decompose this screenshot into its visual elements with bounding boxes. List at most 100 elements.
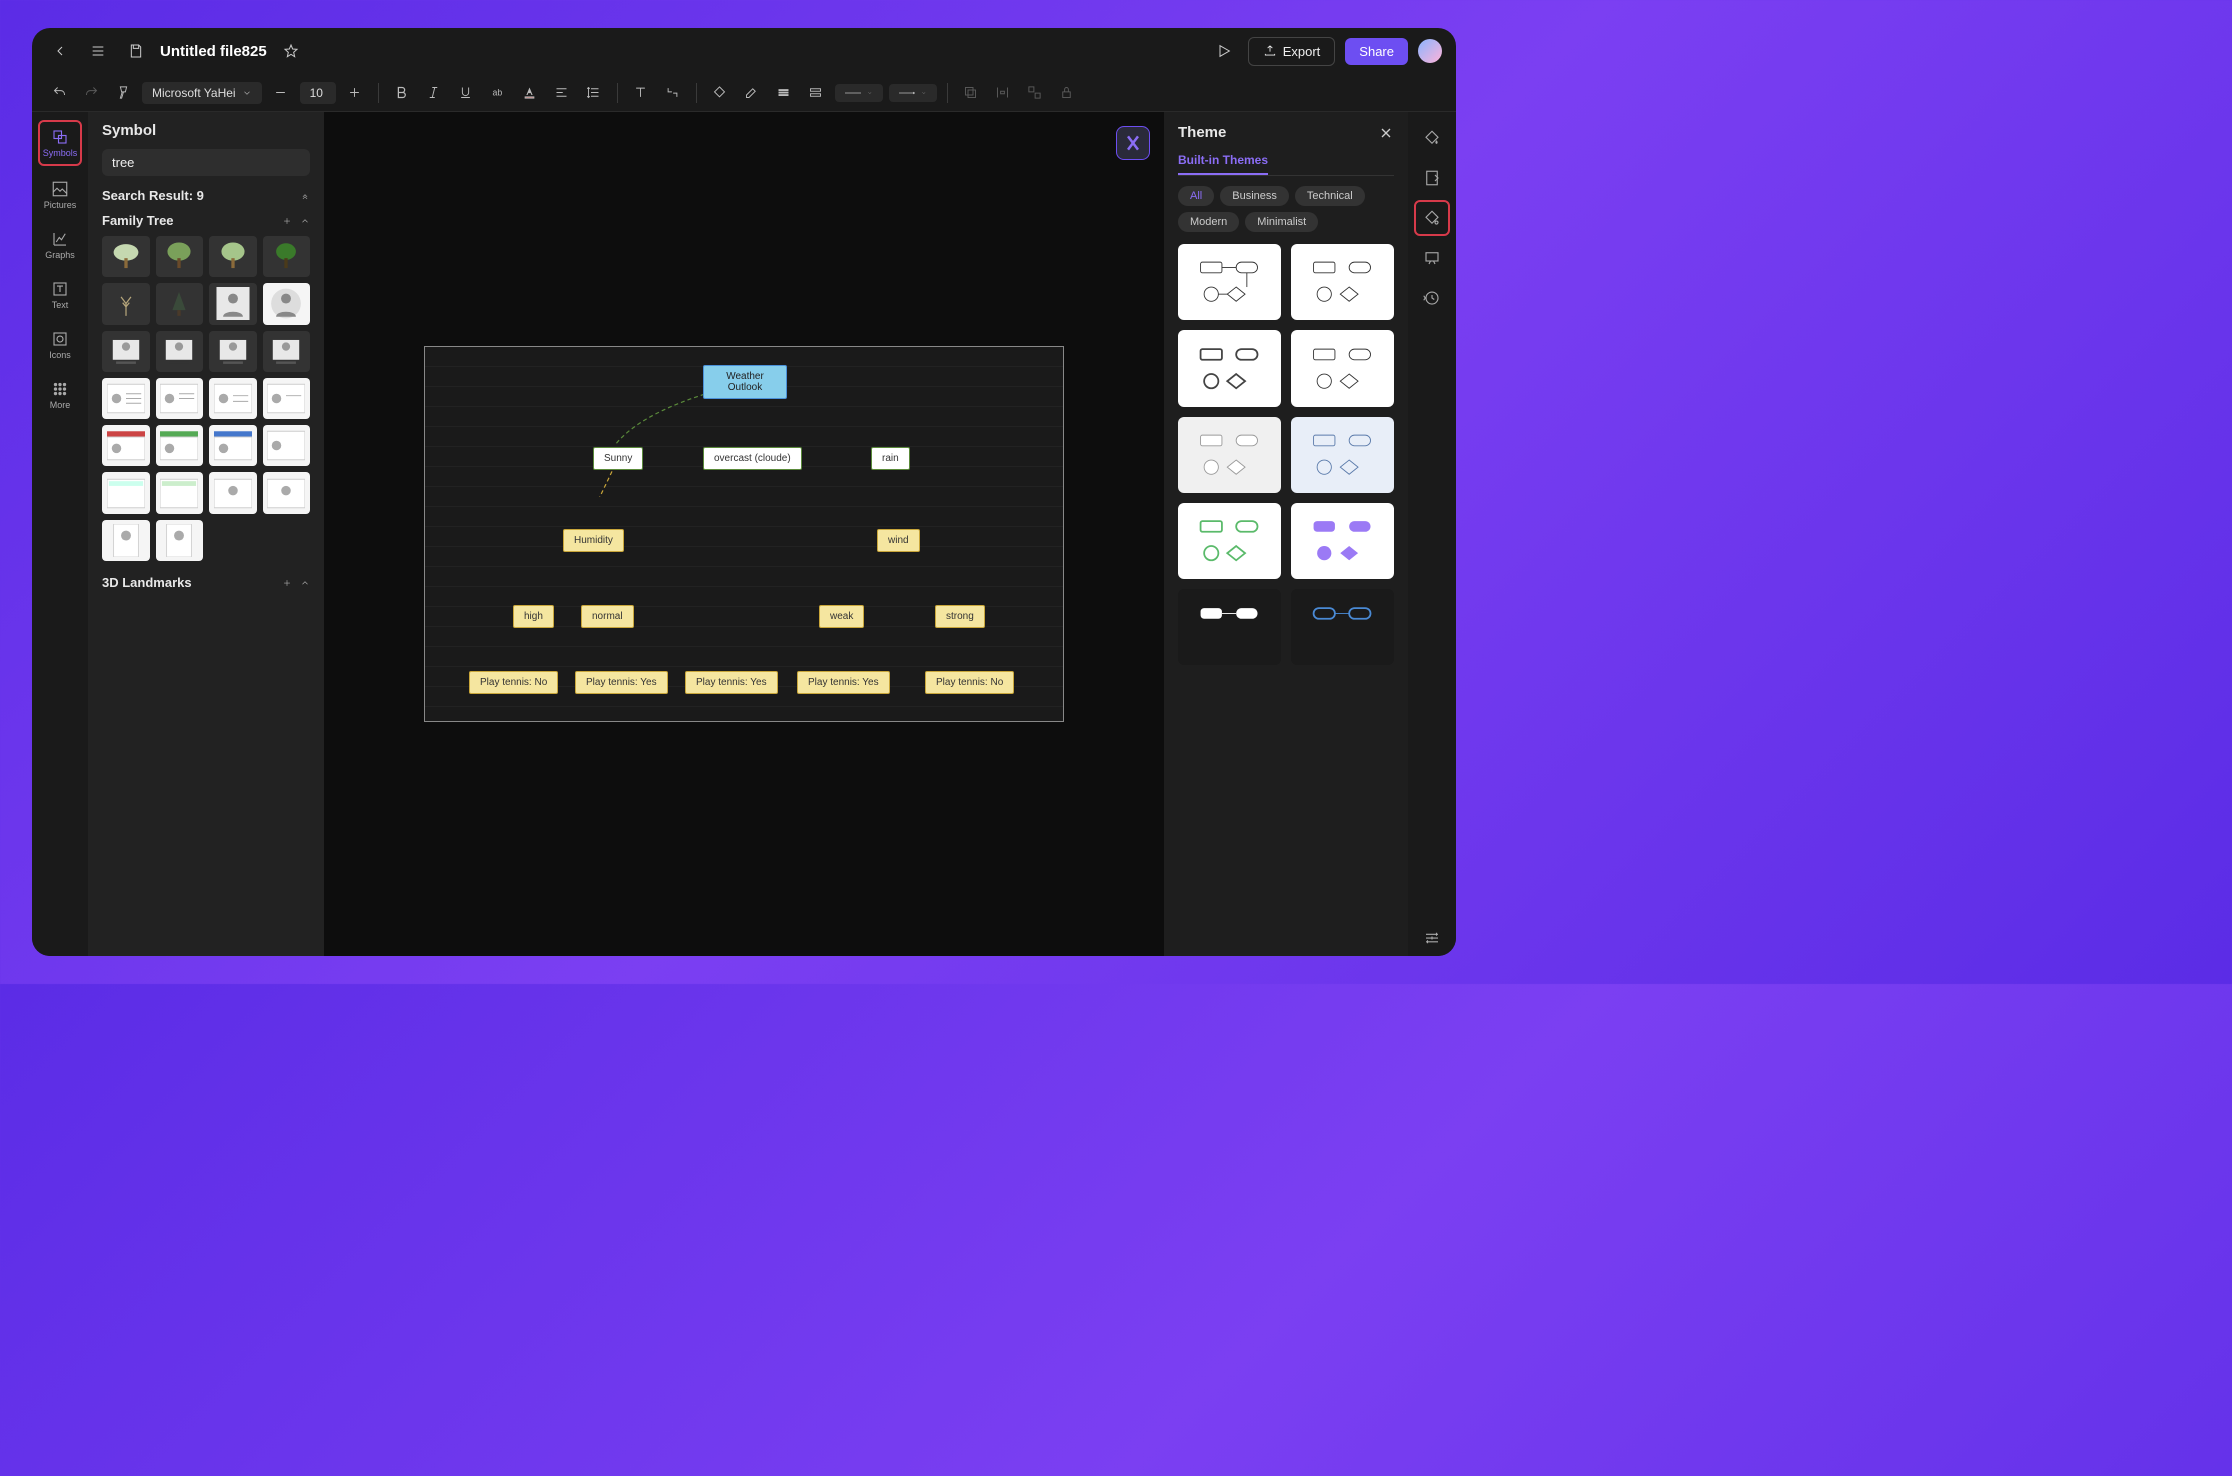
node-high[interactable]: high — [513, 605, 554, 628]
text-tool-button[interactable] — [628, 80, 654, 106]
symbol-id-1[interactable] — [102, 378, 150, 419]
line-weight-2[interactable] — [803, 80, 829, 106]
node-sunny[interactable]: Sunny — [593, 447, 643, 470]
redo-button[interactable] — [78, 80, 104, 106]
symbol-avatar-circle[interactable] — [263, 283, 311, 324]
add-icon[interactable] — [282, 578, 292, 588]
arrow-style-select[interactable] — [889, 84, 937, 102]
symbol-avatar-square[interactable] — [209, 283, 257, 324]
text-color-button[interactable] — [517, 80, 543, 106]
symbol-id-4[interactable] — [263, 378, 311, 419]
symbol-tree-3[interactable] — [209, 236, 257, 277]
layer-button[interactable] — [958, 80, 984, 106]
font-size-increase[interactable] — [342, 80, 368, 106]
chevron-up-icon[interactable] — [300, 216, 310, 226]
font-size-input[interactable]: 10 — [300, 82, 336, 104]
symbol-note-1[interactable] — [102, 472, 150, 513]
font-size-decrease[interactable] — [268, 80, 294, 106]
align-button[interactable] — [549, 80, 575, 106]
symbol-photo-2[interactable] — [263, 472, 311, 513]
nav-graphs[interactable]: Graphs — [38, 224, 82, 266]
symbol-card-3[interactable] — [209, 331, 257, 372]
symbol-id-red[interactable] — [102, 425, 150, 466]
canvas-frame[interactable]: Weather Outlook Sunny overcast (cloude) … — [424, 346, 1064, 722]
ai-assistant-badge[interactable] — [1116, 126, 1150, 160]
line-spacing-button[interactable] — [581, 80, 607, 106]
theme-item[interactable] — [1291, 330, 1394, 406]
theme-item[interactable] — [1178, 244, 1281, 320]
theme-item[interactable] — [1291, 503, 1394, 579]
symbol-id-plain[interactable] — [263, 425, 311, 466]
symbol-id-green[interactable] — [156, 425, 204, 466]
node-normal[interactable]: normal — [581, 605, 634, 628]
nav-text[interactable]: Text — [38, 274, 82, 316]
symbol-id-blue[interactable] — [209, 425, 257, 466]
canvas-area[interactable]: Weather Outlook Sunny overcast (cloude) … — [324, 112, 1164, 956]
tab-builtin-themes[interactable]: Built-in Themes — [1178, 153, 1268, 175]
node-root[interactable]: Weather Outlook — [703, 365, 787, 399]
nav-symbols[interactable]: Symbols — [38, 120, 82, 166]
symbol-card-2[interactable] — [156, 331, 204, 372]
fill-color-button[interactable] — [707, 80, 733, 106]
user-avatar[interactable] — [1418, 39, 1442, 63]
node-wind[interactable]: wind — [877, 529, 920, 552]
chevron-up-icon[interactable] — [300, 578, 310, 588]
collapse-icon[interactable] — [300, 191, 310, 201]
node-rain[interactable]: rain — [871, 447, 910, 470]
favorite-star-icon[interactable] — [277, 37, 305, 65]
symbol-tree-bare[interactable] — [102, 283, 150, 324]
node-leaf-4[interactable]: Play tennis: Yes — [797, 671, 890, 694]
format-painter-icon[interactable] — [110, 80, 136, 106]
rnav-theme[interactable] — [1414, 200, 1450, 236]
symbol-badge-2[interactable] — [156, 520, 204, 561]
node-leaf-3[interactable]: Play tennis: Yes — [685, 671, 778, 694]
bold-button[interactable] — [389, 80, 415, 106]
node-weak[interactable]: weak — [819, 605, 864, 628]
theme-item[interactable] — [1291, 589, 1394, 665]
symbol-badge-1[interactable] — [102, 520, 150, 561]
menu-button[interactable] — [84, 37, 112, 65]
search-input[interactable] — [112, 155, 288, 170]
distribute-button[interactable] — [990, 80, 1016, 106]
highlight-button[interactable] — [739, 80, 765, 106]
node-strong[interactable]: strong — [935, 605, 985, 628]
share-button[interactable]: Share — [1345, 38, 1408, 65]
nav-pictures[interactable]: Pictures — [38, 174, 82, 216]
symbol-photo-1[interactable] — [209, 472, 257, 513]
play-button[interactable] — [1210, 37, 1238, 65]
symbol-note-2[interactable] — [156, 472, 204, 513]
filter-all[interactable]: All — [1178, 186, 1214, 206]
rnav-history[interactable] — [1414, 280, 1450, 316]
theme-item[interactable] — [1178, 503, 1281, 579]
line-weight-1[interactable] — [771, 80, 797, 106]
rnav-page[interactable] — [1414, 160, 1450, 196]
nav-more[interactable]: More — [38, 374, 82, 416]
filter-modern[interactable]: Modern — [1178, 212, 1239, 232]
theme-item[interactable] — [1291, 417, 1394, 493]
symbol-card-1[interactable] — [102, 331, 150, 372]
theme-item[interactable] — [1178, 417, 1281, 493]
node-leaf-5[interactable]: Play tennis: No — [925, 671, 1014, 694]
node-leaf-1[interactable]: Play tennis: No — [469, 671, 558, 694]
underline-button[interactable] — [453, 80, 479, 106]
filter-minimalist[interactable]: Minimalist — [1245, 212, 1318, 232]
theme-item[interactable] — [1291, 244, 1394, 320]
symbol-search[interactable] — [102, 149, 310, 176]
symbol-tree-1[interactable] — [102, 236, 150, 277]
filter-business[interactable]: Business — [1220, 186, 1289, 206]
symbol-id-3[interactable] — [209, 378, 257, 419]
node-overcast[interactable]: overcast (cloude) — [703, 447, 802, 470]
line-style-select[interactable] — [835, 84, 883, 102]
filter-technical[interactable]: Technical — [1295, 186, 1365, 206]
add-icon[interactable] — [282, 216, 292, 226]
undo-button[interactable] — [46, 80, 72, 106]
close-icon[interactable] — [1378, 125, 1394, 141]
rnav-settings[interactable] — [1414, 920, 1450, 956]
italic-button[interactable] — [421, 80, 447, 106]
group-button[interactable] — [1022, 80, 1048, 106]
node-humidity[interactable]: Humidity — [563, 529, 624, 552]
lock-button[interactable] — [1054, 80, 1080, 106]
rnav-present[interactable] — [1414, 240, 1450, 276]
node-leaf-2[interactable]: Play tennis: Yes — [575, 671, 668, 694]
symbol-tree-pine[interactable] — [156, 283, 204, 324]
